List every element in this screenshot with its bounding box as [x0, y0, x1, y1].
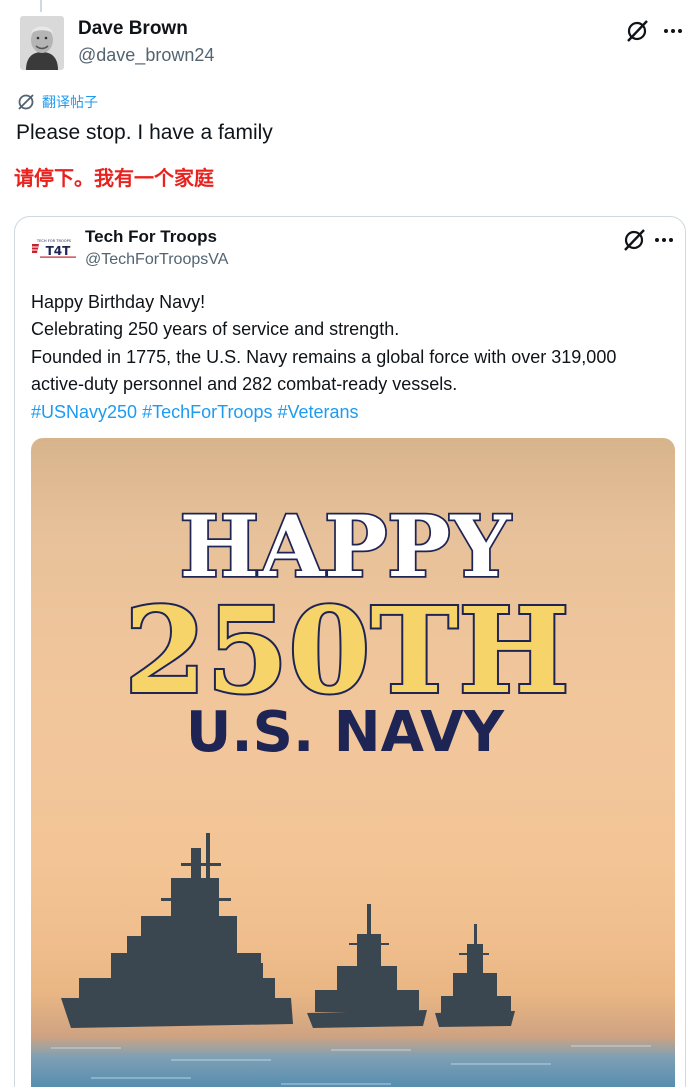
hashtag-link[interactable]: #Veterans — [277, 402, 358, 422]
logo-top-text: TECH FOR TROOPS — [36, 239, 72, 243]
headline-us-navy: U.S. NAVY — [186, 700, 506, 765]
thread-connector-line — [40, 0, 42, 12]
post-text: Please stop. I have a family — [16, 121, 273, 144]
author-name[interactable]: Dave Brown — [78, 18, 188, 40]
grok-icon[interactable] — [624, 18, 650, 44]
tech-for-troops-logo: TECH FOR TROOPS T4T — [31, 237, 77, 259]
quoted-text-line: active-duty personnel and 282 combat-rea… — [31, 374, 458, 395]
warship-silhouettes — [61, 833, 515, 1028]
more-icon[interactable] — [660, 18, 686, 44]
logo-text: T4T — [46, 244, 72, 258]
navy-birthday-graphic: HAPPY 250TH U.S. NAVY — [51, 495, 651, 1085]
translated-post-text: 请停下。我有一个家庭 — [14, 166, 214, 190]
author-handle[interactable]: @dave_brown24 — [78, 45, 214, 66]
navy-birthday-image[interactable]: HAPPY 250TH U.S. NAVY — [31, 438, 675, 1087]
translate-icon — [18, 94, 34, 110]
quoted-more-icon[interactable] — [651, 227, 677, 253]
hashtag-row: #USNavy250 #TechForTroops #Veterans — [31, 399, 681, 426]
quoted-text-line: Happy Birthday Navy! — [31, 292, 206, 312]
translate-post-button[interactable]: 翻译帖子 — [16, 92, 98, 112]
hashtag-link[interactable]: #USNavy250 — [31, 402, 137, 422]
hashtag-link[interactable]: #TechForTroops — [142, 402, 272, 422]
quoted-grok-icon[interactable] — [621, 227, 647, 253]
quoted-text-line: Founded in 1775, the U.S. Navy remains a… — [31, 346, 617, 367]
quoted-author-handle[interactable]: @TechForTroopsVA — [85, 251, 228, 269]
quoted-text-line: Celebrating 250 years of service and str… — [31, 319, 400, 340]
avatar-image — [20, 16, 64, 70]
translate-post-label: 翻译帖子 — [42, 95, 98, 111]
water-highlights — [51, 1045, 651, 1085]
avatar[interactable] — [20, 16, 64, 70]
quoted-post-text: Happy Birthday Navy! Celebrating 250 yea… — [31, 289, 681, 426]
quoted-post-card[interactable]: TECH FOR TROOPS T4T Tech For Troops @Tec… — [14, 216, 686, 1087]
quoted-author-name[interactable]: Tech For Troops — [85, 227, 217, 247]
